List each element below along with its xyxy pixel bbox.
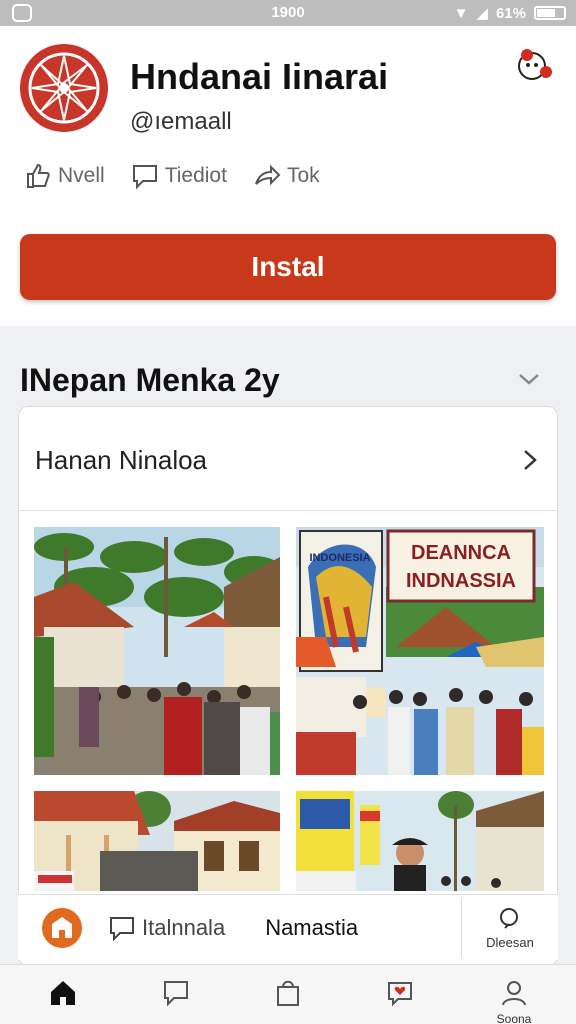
tab-profile[interactable]: Soona: [484, 977, 544, 1024]
home-icon: [51, 981, 75, 1005]
status-bar: 1900 ▼ ◢ 61%: [0, 0, 576, 26]
thumbs-up-icon: [27, 163, 50, 188]
chat-bubble-icon: [110, 916, 134, 941]
card-row-link[interactable]: Hanan Ninaloa: [19, 407, 557, 511]
like-action[interactable]: Nvell: [24, 162, 105, 190]
store-icon[interactable]: [42, 907, 82, 948]
section-title: INepan Menka 2y: [20, 362, 280, 398]
install-button[interactable]: Instal: [20, 234, 556, 300]
messages-button[interactable]: Italnnala: [108, 914, 225, 942]
photo-street-shops[interactable]: [296, 791, 544, 891]
tab-chat[interactable]: [146, 977, 206, 1014]
comment-icon: [132, 165, 157, 190]
chat-icon: [164, 981, 188, 1007]
comment-label: Tiediot: [164, 164, 227, 187]
photo-market-signs[interactable]: INDONESIA DEANNCA INDNASSIA: [296, 527, 544, 775]
card-row-label: Hanan Ninaloa: [35, 445, 208, 475]
profile-handle: @ıemaall: [130, 108, 232, 135]
tab-shop[interactable]: [258, 977, 318, 1014]
mascot-icon[interactable]: [516, 48, 554, 84]
search-button[interactable]: Dleesan: [462, 906, 558, 950]
profile-icon: [502, 981, 526, 1006]
sign-left-text: INDONESIA: [309, 552, 370, 564]
profile-actions: Nvell Tiediot Tok: [24, 162, 320, 190]
profile-name: Hndanai Iinarai: [130, 56, 389, 97]
profile-header: Hndanai Iinarai @ıemaall Nvell Tiediot T…: [0, 26, 576, 326]
tab-home[interactable]: [33, 977, 93, 1014]
share-action[interactable]: Tok: [253, 162, 320, 190]
messages-label: Italnnala: [142, 914, 226, 940]
sign-right-line1: DEANNCA: [411, 542, 511, 564]
search-icon: [500, 907, 518, 929]
bottom-action-bar: Italnnala Namastia Dleesan: [18, 894, 558, 960]
photo-village-street[interactable]: [34, 527, 280, 775]
like-label: Nvell: [58, 164, 105, 187]
chevron-right-icon: [524, 450, 537, 470]
brand-logo: [20, 44, 108, 132]
battery-percent: 61%: [495, 4, 526, 22]
status-right: ▼ ◢ 61%: [454, 4, 566, 22]
tab-bar: Soona: [0, 964, 576, 1024]
bag-icon: [277, 980, 299, 1006]
search-label: Dleesan: [486, 934, 534, 950]
signal-icon: ◢: [476, 5, 488, 22]
sign-right-line2: INDNASSIA: [406, 570, 516, 592]
chevron-down-icon[interactable]: [516, 366, 542, 392]
middle-tab[interactable]: Namastia: [265, 915, 358, 941]
battery-icon: [534, 6, 566, 20]
heart-icon: [388, 982, 412, 1007]
content-card: Hanan Ninaloa INDONESIA DEANNCA INDNASSI…: [18, 406, 558, 966]
tab-favorites[interactable]: [370, 977, 430, 1014]
photo-houses-porch[interactable]: [34, 791, 280, 891]
share-icon: [255, 164, 281, 186]
tab-profile-label: Soona: [496, 1012, 532, 1024]
wifi-icon: ▼: [453, 4, 469, 22]
comment-action[interactable]: Tiediot: [131, 162, 227, 190]
share-label: Tok: [286, 164, 320, 187]
